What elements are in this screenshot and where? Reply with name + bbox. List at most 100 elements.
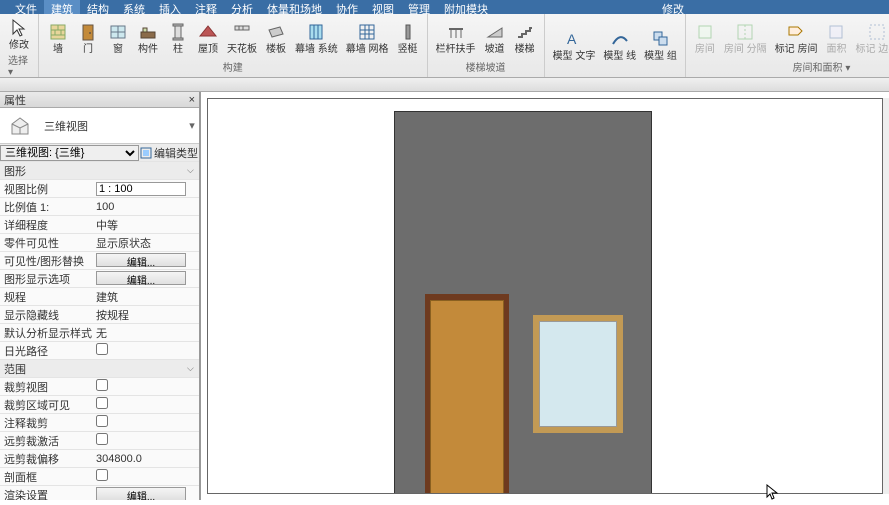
chevron-down-icon[interactable]: ▾ bbox=[185, 119, 199, 132]
property-checkbox[interactable] bbox=[96, 415, 108, 427]
section-header[interactable]: 图形⌵ bbox=[0, 162, 199, 180]
property-value[interactable]: 编辑... bbox=[92, 487, 199, 501]
tool-model-group[interactable]: 模型 组 bbox=[640, 16, 681, 74]
menu-file[interactable]: 文件 bbox=[8, 0, 44, 14]
property-label: 渲染设置 bbox=[0, 487, 92, 501]
property-label: 图形显示选项 bbox=[0, 271, 92, 287]
door-icon bbox=[77, 21, 99, 43]
property-label: 规程 bbox=[0, 289, 92, 305]
tool-stair[interactable]: 楼梯 bbox=[510, 16, 540, 59]
property-label: 日光路径 bbox=[0, 343, 92, 359]
property-row: 比例值 1:100 bbox=[0, 198, 199, 216]
tool-curtain-system[interactable]: 幕墙 系统 bbox=[291, 16, 342, 59]
room-sep-icon bbox=[734, 21, 756, 43]
property-value[interactable] bbox=[92, 415, 199, 430]
property-value[interactable]: 中等 bbox=[92, 217, 199, 233]
menu-addins[interactable]: 附加模块 bbox=[437, 0, 495, 14]
property-row: 显示隐藏线按规程 bbox=[0, 306, 199, 324]
property-row: 可见性/图形替换编辑... bbox=[0, 252, 199, 270]
properties-title: 属性 bbox=[4, 92, 26, 108]
tool-tag-room[interactable]: 标记 房间 bbox=[771, 16, 822, 59]
menu-structure[interactable]: 结构 bbox=[80, 0, 116, 14]
tool-area-boundary[interactable]: 标记 边界 bbox=[851, 16, 889, 59]
property-label: 可见性/图形替换 bbox=[0, 253, 92, 269]
property-value[interactable]: 编辑... bbox=[92, 271, 199, 287]
property-checkbox[interactable] bbox=[96, 343, 108, 355]
tool-door[interactable]: 门 bbox=[73, 16, 103, 59]
property-edit-button[interactable]: 编辑... bbox=[96, 271, 186, 285]
section-header[interactable]: 范围⌵ bbox=[0, 360, 199, 378]
type-selector[interactable]: 三维视图 ▾ bbox=[0, 108, 199, 144]
railing-icon bbox=[445, 21, 467, 43]
property-checkbox[interactable] bbox=[96, 433, 108, 445]
menu-view[interactable]: 视图 bbox=[365, 0, 401, 14]
tool-window[interactable]: 窗 bbox=[103, 16, 133, 59]
property-value[interactable]: 按规程 bbox=[92, 307, 199, 323]
tool-railing[interactable]: 栏杆扶手 bbox=[432, 16, 480, 59]
property-input[interactable] bbox=[96, 182, 186, 196]
tool-mullion[interactable]: 竖梃 bbox=[393, 16, 423, 59]
chevron-down-icon[interactable]: ⌵ bbox=[187, 363, 199, 374]
tool-model-text[interactable]: A模型 文字 bbox=[549, 16, 600, 74]
property-value[interactable] bbox=[92, 397, 199, 412]
property-value[interactable] bbox=[92, 182, 199, 196]
property-label: 比例值 1: bbox=[0, 199, 92, 215]
menu-modify[interactable]: 修改 bbox=[655, 0, 691, 14]
property-value[interactable]: 100 bbox=[92, 201, 199, 213]
property-value[interactable] bbox=[92, 433, 199, 448]
property-checkbox[interactable] bbox=[96, 379, 108, 391]
scrollbar-vertical[interactable] bbox=[883, 98, 889, 494]
tool-curtain-grid[interactable]: 幕墙 网格 bbox=[342, 16, 393, 59]
property-checkbox[interactable] bbox=[96, 397, 108, 409]
view-filter-select[interactable]: 三维视图: {三维} bbox=[0, 145, 139, 161]
property-row: 零件可见性显示原状态 bbox=[0, 234, 199, 252]
tool-floor[interactable]: 楼板 bbox=[261, 16, 291, 59]
menu-insert[interactable]: 插入 bbox=[152, 0, 188, 14]
tool-ceiling[interactable]: 天花板 bbox=[223, 16, 261, 59]
window-icon bbox=[107, 21, 129, 43]
tool-roof[interactable]: 屋顶 bbox=[193, 16, 223, 59]
tool-model-line[interactable]: 模型 线 bbox=[599, 16, 640, 74]
room-icon bbox=[694, 21, 716, 43]
property-edit-button[interactable]: 编辑... bbox=[96, 487, 186, 501]
tool-column[interactable]: 柱 bbox=[163, 16, 193, 59]
property-row: 视图比例 bbox=[0, 180, 199, 198]
property-value[interactable]: 显示原状态 bbox=[92, 235, 199, 251]
tool-area[interactable]: 面积 bbox=[821, 16, 851, 59]
ramp-icon bbox=[484, 21, 506, 43]
property-value[interactable]: 无 bbox=[92, 325, 199, 341]
property-row: 剖面框 bbox=[0, 468, 199, 486]
tool-ramp[interactable]: 坡道 bbox=[480, 16, 510, 59]
menu-massing[interactable]: 体量和场地 bbox=[260, 0, 329, 14]
property-value[interactable]: 建筑 bbox=[92, 289, 199, 305]
area-icon bbox=[825, 21, 847, 43]
menu-systems[interactable]: 系统 bbox=[116, 0, 152, 14]
tool-component[interactable]: 构件 bbox=[133, 16, 163, 59]
tool-room[interactable]: 房间 bbox=[690, 16, 720, 59]
property-label: 远剪裁激活 bbox=[0, 433, 92, 449]
tool-wall[interactable]: 墙 bbox=[43, 16, 73, 59]
menu-collaborate[interactable]: 协作 bbox=[329, 0, 365, 14]
property-value[interactable] bbox=[92, 343, 199, 358]
property-value[interactable] bbox=[92, 469, 199, 484]
menu-architecture[interactable]: 建筑 bbox=[44, 0, 80, 14]
edit-type-button[interactable]: 编辑类型 bbox=[139, 145, 199, 161]
property-value[interactable]: 304800.0 bbox=[92, 453, 199, 465]
property-label: 详细程度 bbox=[0, 217, 92, 233]
selection-toolbar bbox=[0, 78, 889, 92]
curtain-system-icon bbox=[305, 21, 327, 43]
chevron-down-icon[interactable]: ⌵ bbox=[187, 165, 199, 176]
property-value[interactable] bbox=[92, 379, 199, 394]
viewport-canvas[interactable] bbox=[207, 98, 883, 494]
property-checkbox[interactable] bbox=[96, 469, 108, 481]
menu-annotate[interactable]: 注释 bbox=[188, 0, 224, 14]
property-value[interactable]: 编辑... bbox=[92, 253, 199, 269]
tool-room-separator[interactable]: 房间 分隔 bbox=[720, 16, 771, 59]
viewport[interactable] bbox=[200, 92, 889, 500]
close-icon[interactable]: × bbox=[189, 94, 195, 106]
tool-modify[interactable]: 修改 bbox=[4, 16, 34, 52]
menu-manage[interactable]: 管理 bbox=[401, 0, 437, 14]
roof-icon bbox=[197, 21, 219, 43]
property-edit-button[interactable]: 编辑... bbox=[96, 253, 186, 267]
menu-analyze[interactable]: 分析 bbox=[224, 0, 260, 14]
